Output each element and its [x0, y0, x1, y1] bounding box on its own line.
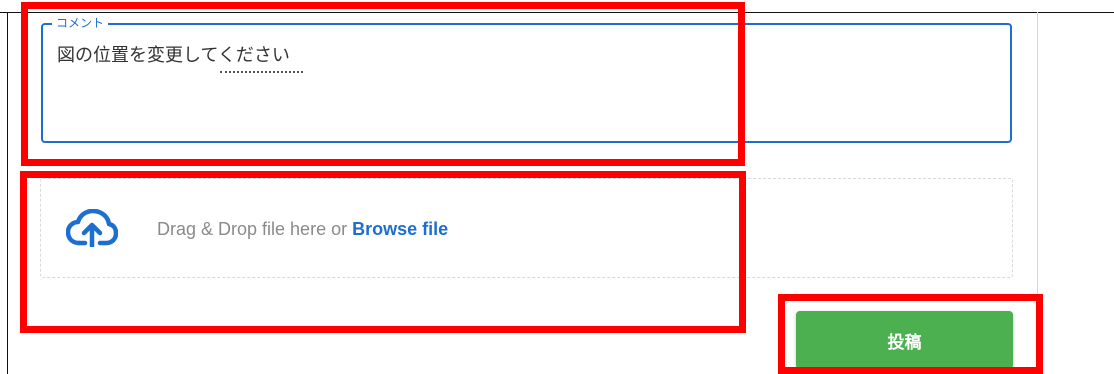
annotation-highlight-comment	[21, 2, 745, 166]
page-frame-left-border	[7, 12, 8, 374]
annotation-highlight-dropzone	[20, 171, 746, 333]
annotation-highlight-submit	[778, 294, 1043, 374]
